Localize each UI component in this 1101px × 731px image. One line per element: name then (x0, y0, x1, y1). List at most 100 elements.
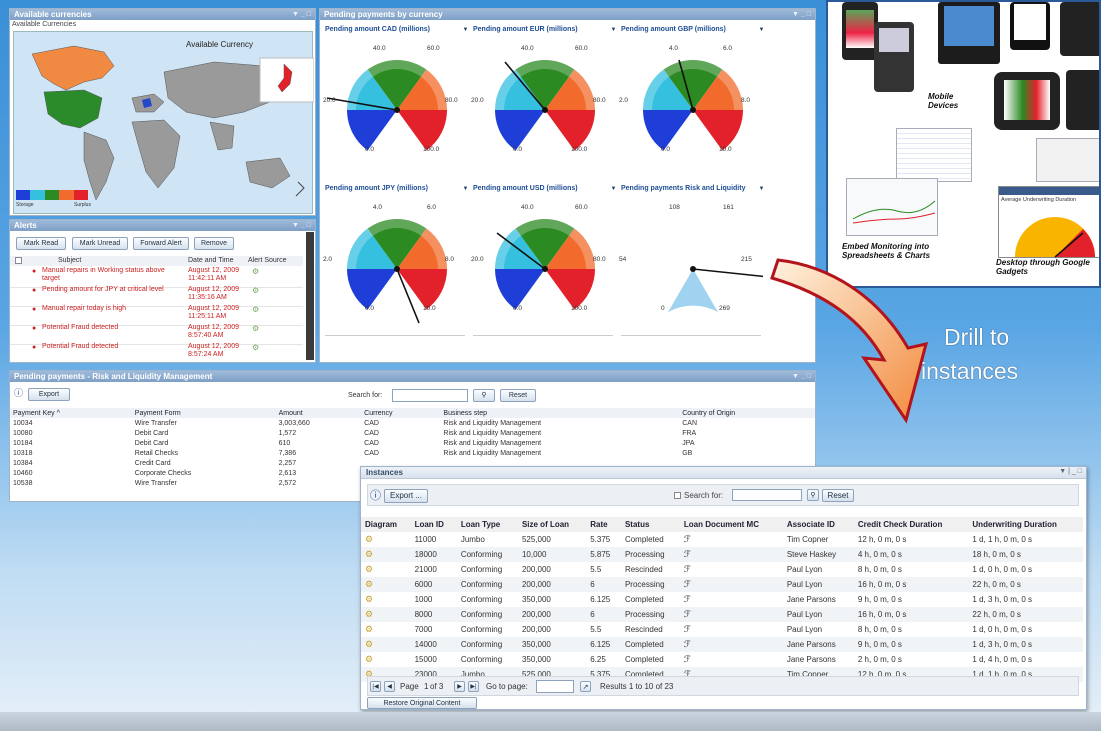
go-icon[interactable]: ↗ (580, 681, 591, 692)
alert-subject[interactable]: Manual repairs in Working status above t… (42, 267, 172, 283)
table-row[interactable]: 10318 Retail Checks 7,386 CAD Risk and Liqui… (10, 448, 815, 458)
remove-button[interactable]: Remove (194, 237, 234, 250)
instances-cell: Completed (624, 655, 664, 664)
mark-read-button[interactable]: Mark Read (16, 237, 66, 250)
search-input[interactable] (392, 389, 468, 402)
date-column-header[interactable]: Date and Time (188, 257, 234, 264)
subject-column-header[interactable]: Subject (58, 257, 81, 264)
table-row[interactable]: ⚙ 14000 Conforming 350,000 6.125 Completed ℱ Ja… (361, 637, 1083, 652)
alert-subject[interactable]: Pending amount for JPY at critical level (42, 286, 172, 294)
gauge-tick-label: 2.0 (323, 256, 333, 263)
forward-alert-button[interactable]: Forward Alert (133, 237, 189, 250)
alert-row[interactable]: ● Potential Fraud detected August 12, 20… (10, 342, 303, 362)
instances-column-header[interactable]: Status (620, 517, 680, 532)
diagram-icon[interactable]: ⚙ (365, 534, 373, 544)
document-icon[interactable]: ℱ (684, 534, 691, 544)
diagram-icon[interactable]: ⚙ (365, 654, 373, 664)
diagram-icon[interactable]: ⚙ (365, 624, 373, 634)
panel-controls[interactable]: ▼ _ □ (792, 9, 811, 20)
alert-source-icon[interactable]: ⚙ (252, 324, 259, 333)
instances-search-input[interactable] (732, 489, 802, 501)
document-icon[interactable]: ℱ (684, 594, 691, 604)
diagram-icon[interactable]: ⚙ (365, 579, 373, 589)
payments-column-header[interactable]: Currency (361, 408, 441, 418)
table-row[interactable]: ⚙ 8000 Conforming 200,000 6 Processing ℱ Paul L… (361, 607, 1083, 622)
instances-column-header[interactable]: Loan ID (410, 517, 457, 532)
table-row[interactable]: ⚙ 21000 Conforming 200,000 5.5 Rescinded ℱ Paul… (361, 562, 1083, 577)
reset-button[interactable]: Reset (500, 389, 536, 402)
instances-reset-button[interactable]: Reset (822, 489, 854, 502)
payments-column-header[interactable]: Business step (440, 408, 680, 418)
source-column-header[interactable]: Alert Source (248, 257, 287, 264)
gauge-dropdown-icon[interactable]: ▼ (757, 26, 766, 34)
gauge-dropdown-icon[interactable]: ▼ (609, 26, 618, 34)
payments-column-header[interactable]: Payment Form (131, 408, 276, 418)
pager-last-icon[interactable]: ▶| (468, 681, 479, 692)
table-row[interactable]: 10080 Debit Card 1,572 CAD Risk and Liquidit… (10, 428, 815, 438)
table-row[interactable]: 10184 Debit Card 610 CAD Risk and Liquidity … (10, 438, 815, 448)
gauge-tick-label: 10.0 (423, 305, 436, 312)
loan-document-cell: ℱ (680, 592, 783, 607)
instances-column-header[interactable]: Loan Document MC (679, 517, 783, 532)
gauge-dropdown-icon[interactable]: ▼ (461, 26, 470, 34)
select-all-checkbox[interactable] (15, 257, 22, 264)
document-icon[interactable]: ℱ (684, 579, 691, 589)
instances-cell: 4 h, 0 m, 0 s (853, 547, 969, 562)
document-icon[interactable]: ℱ (684, 549, 691, 559)
restore-original-content-button[interactable]: Restore Original Content (367, 697, 477, 709)
alert-bullet-icon: ● (32, 325, 37, 332)
pager-prev-icon[interactable]: ◀ (384, 681, 395, 692)
instances-column-header[interactable]: Underwriting Duration (968, 517, 1083, 532)
goto-page-input[interactable] (536, 680, 574, 693)
diagram-icon[interactable]: ⚙ (365, 639, 373, 649)
search-toggle-icon[interactable] (674, 492, 681, 499)
table-row[interactable]: 10034 Wire Transfer 3,003,660 CAD Risk and L… (10, 418, 815, 428)
instances-export-button[interactable]: Export ... (384, 489, 428, 503)
instances-column-header[interactable]: Size of Loan (517, 517, 587, 532)
alert-subject[interactable]: Potential Fraud detected (42, 324, 172, 332)
alert-source-icon[interactable]: ⚙ (252, 305, 259, 314)
document-icon[interactable]: ℱ (684, 624, 691, 634)
alert-source-icon[interactable]: ⚙ (252, 267, 259, 276)
table-row[interactable]: ⚙ 6000 Conforming 200,000 6 Processing ℱ Paul L… (361, 577, 1083, 592)
document-icon[interactable]: ℱ (684, 639, 691, 649)
instances-column-header[interactable]: Rate (586, 517, 621, 532)
table-row[interactable]: ⚙ 11000 Jumbo 525,000 5.375 Completed ℱ Tim Cop… (361, 532, 1083, 547)
export-button[interactable]: Export (28, 388, 70, 401)
pager-next-icon[interactable]: ▶ (454, 681, 465, 692)
panel-controls[interactable]: ▼ _ □ (292, 220, 311, 231)
document-icon[interactable]: ℱ (684, 609, 691, 619)
document-icon[interactable]: ℱ (684, 654, 691, 664)
gauge-dropdown-icon[interactable]: ▼ (757, 185, 766, 193)
panel-controls[interactable]: ▼ _ □ (292, 9, 311, 20)
mark-unread-button[interactable]: Mark Unread (72, 237, 128, 250)
search-button[interactable]: ⚲ (473, 389, 495, 402)
instances-column-header[interactable]: Diagram (361, 517, 411, 532)
world-map[interactable]: Available Currency Storage Surplus (13, 31, 315, 214)
window-controls[interactable]: ▼ | _ □ (1059, 468, 1082, 475)
table-row[interactable]: ⚙ 7000 Conforming 200,000 5.5 Rescinded ℱ Paul … (361, 622, 1083, 637)
instances-column-header[interactable]: Associate ID (782, 517, 854, 532)
diagram-icon[interactable]: ⚙ (365, 594, 373, 604)
payments-column-header[interactable]: Amount (275, 408, 362, 418)
diagram-icon[interactable]: ⚙ (365, 549, 373, 559)
gauge-dropdown-icon[interactable]: ▼ (609, 185, 618, 193)
payments-column-header[interactable]: Payment Key ^ (10, 408, 132, 418)
alert-source-icon[interactable]: ⚙ (252, 343, 259, 352)
alerts-scrollbar[interactable] (306, 232, 314, 360)
instances-column-header[interactable]: Loan Type (456, 517, 518, 532)
diagram-icon[interactable]: ⚙ (365, 564, 373, 574)
instances-column-header[interactable]: Credit Check Duration (853, 517, 969, 532)
pager-first-icon[interactable]: |◀ (370, 681, 381, 692)
document-icon[interactable]: ℱ (684, 564, 691, 574)
alert-source-icon[interactable]: ⚙ (252, 286, 259, 295)
instances-search-button[interactable]: ⚲ (807, 489, 819, 501)
table-row[interactable]: ⚙ 1000 Conforming 350,000 6.125 Completed ℱ Jan… (361, 592, 1083, 607)
alert-subject[interactable]: Manual repair today is high (42, 305, 172, 313)
alert-subject[interactable]: Potential Fraud detected (42, 343, 172, 351)
diagram-icon[interactable]: ⚙ (365, 609, 373, 619)
table-row[interactable]: ⚙ 15000 Conforming 350,000 6.25 Completed ℱ Jan… (361, 652, 1083, 667)
info-icon: ⓘ (370, 490, 381, 502)
gauge-dropdown-icon[interactable]: ▼ (461, 185, 470, 193)
table-row[interactable]: ⚙ 18000 Conforming 10,000 5.875 Processing ℱ St… (361, 547, 1083, 562)
